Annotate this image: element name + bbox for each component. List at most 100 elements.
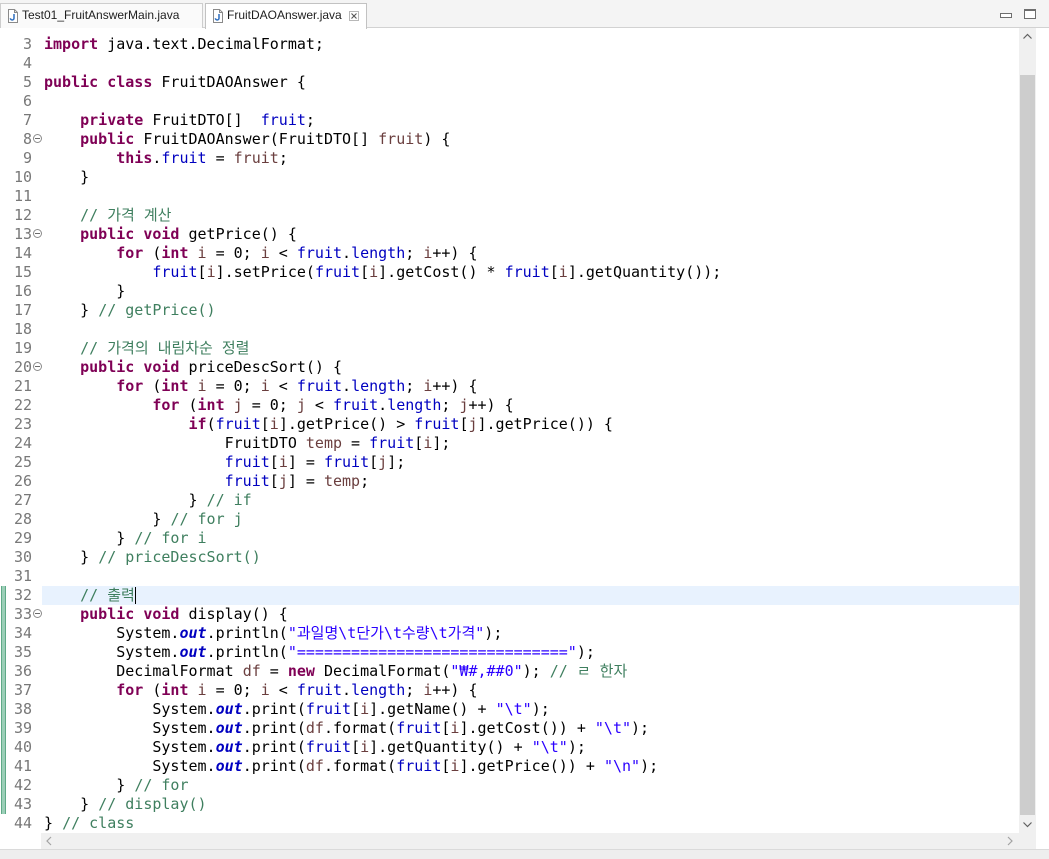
code-text: [ <box>269 453 279 471</box>
scroll-left-button[interactable] <box>41 833 58 850</box>
code-line[interactable]: public void display() { <box>42 605 1019 624</box>
overview-ruler[interactable] <box>1036 28 1049 833</box>
code-line[interactable]: } // priceDescSort() <box>42 548 1019 567</box>
code-text: ( <box>143 681 162 699</box>
code-text-area[interactable]: import java.text.DecimalFormat; public cl… <box>42 35 1019 833</box>
line-number: 44 <box>13 814 32 832</box>
code-line[interactable]: for (int i = 0; i < fruit.length; i++) { <box>42 681 1019 700</box>
minimize-button[interactable] <box>999 8 1013 20</box>
code-line[interactable]: fruit[j] = temp; <box>42 472 1019 491</box>
code-line[interactable]: public FruitDAOAnswer(FruitDTO[] fruit) … <box>42 130 1019 149</box>
tab-test01-fruitanswermain[interactable]: Test01_FruitAnswerMain.java <box>0 3 203 28</box>
code-text: [ <box>197 263 207 281</box>
code-line[interactable]: public void getPrice() { <box>42 225 1019 244</box>
scroll-right-button[interactable] <box>1001 833 1018 850</box>
code-line[interactable]: } // if <box>42 491 1019 510</box>
code-line[interactable]: System.out.print(df.format(fruit[i].getP… <box>42 757 1019 776</box>
line-number: 32 <box>13 586 32 604</box>
code-line[interactable]: System.out.print(df.format(fruit[i].getC… <box>42 719 1019 738</box>
code-line[interactable]: // 가격 계산 <box>42 206 1019 225</box>
maximize-button[interactable] <box>1023 7 1037 19</box>
code-text: } <box>44 548 99 566</box>
keyword-token: int <box>161 377 189 395</box>
vertical-scroll-thumb[interactable] <box>1020 75 1035 815</box>
code-line[interactable] <box>42 320 1019 339</box>
close-icon[interactable] <box>349 11 359 21</box>
java-code-editor[interactable]: 3 4 5 6 7 8 9 10 11 12 13 14 15 16 17 18 19 20 21 22 23 24 25 2… <box>0 28 1049 833</box>
code-line[interactable]: for (int j = 0; j < fruit.length; j++) { <box>42 396 1019 415</box>
string-literal-token: "==============================" <box>287 643 577 661</box>
code-line[interactable]: if(fruit[i].getPrice() > fruit[j].getPri… <box>42 415 1019 434</box>
code-text: ( <box>143 244 162 262</box>
code-line[interactable]: } <box>42 168 1019 187</box>
code-line[interactable]: import java.text.DecimalFormat; <box>42 35 1019 54</box>
code-line-current[interactable]: // 출력 <box>42 586 1019 605</box>
chevron-right-icon <box>1007 836 1013 846</box>
code-line[interactable]: } <box>42 282 1019 301</box>
scroll-down-button[interactable] <box>1019 816 1036 833</box>
code-line[interactable]: fruit[i].setPrice(fruit[i].getCost() * f… <box>42 263 1019 282</box>
code-line[interactable]: DecimalFormat df = new DecimalFormat("₩#… <box>42 662 1019 681</box>
code-line[interactable]: FruitDTO temp = fruit[i]; <box>42 434 1019 453</box>
code-line[interactable]: // 가격의 내림차순 정렬 <box>42 339 1019 358</box>
keyword-token: this <box>116 149 153 167</box>
code-text: = <box>342 434 370 452</box>
fold-collapse-icon[interactable] <box>33 362 42 371</box>
ruler-row: 21 <box>0 377 42 396</box>
code-line[interactable]: System.out.println("과일명\t단가\t수량\t가격"); <box>42 624 1019 643</box>
code-line[interactable] <box>42 92 1019 111</box>
ruler-row: 42 <box>0 776 42 795</box>
line-number: 22 <box>13 396 32 414</box>
line-number: 15 <box>13 263 32 281</box>
fold-collapse-icon[interactable] <box>33 134 42 143</box>
code-line[interactable]: for (int i = 0; i < fruit.length; i++) { <box>42 377 1019 396</box>
code-text: DecimalFormat( <box>314 662 451 680</box>
code-text: ].getQuantity()); <box>567 263 722 281</box>
local-variable-token: i <box>369 263 379 281</box>
code-line[interactable]: System.out.print(fruit[i].getName() + "\… <box>42 700 1019 719</box>
code-line[interactable]: } // for i <box>42 529 1019 548</box>
code-line[interactable]: System.out.println("====================… <box>42 643 1019 662</box>
code-text: ); <box>631 719 650 737</box>
code-text: } <box>44 301 99 319</box>
code-line[interactable]: } // display() <box>42 795 1019 814</box>
code-line[interactable]: public void priceDescSort() { <box>42 358 1019 377</box>
vertical-scrollbar[interactable] <box>1019 28 1036 833</box>
code-text: . <box>342 244 352 262</box>
local-variable-token: i <box>278 453 288 471</box>
field-token: fruit <box>414 415 460 433</box>
scroll-up-button[interactable] <box>1019 28 1036 45</box>
ruler-row: 43 <box>0 795 42 814</box>
horizontal-scrollbar[interactable] <box>41 833 1019 849</box>
code-line[interactable]: } // for j <box>42 510 1019 529</box>
code-line[interactable]: for (int i = 0; i < fruit.length; i++) { <box>42 244 1019 263</box>
ruler-row: 16 <box>0 282 42 301</box>
code-line[interactable]: private FruitDTO[] fruit; <box>42 111 1019 130</box>
code-text: = 0; <box>206 681 261 699</box>
code-line[interactable]: } // for <box>42 776 1019 795</box>
code-line[interactable]: fruit[i] = fruit[j]; <box>42 453 1019 472</box>
code-line[interactable]: System.out.print(fruit[i].getQuantity() … <box>42 738 1019 757</box>
ruler-row: 35 <box>0 643 42 662</box>
comment-token: // priceDescSort() <box>98 548 261 566</box>
code-line[interactable] <box>42 567 1019 586</box>
code-line[interactable] <box>42 54 1019 73</box>
field-token: fruit <box>296 681 343 699</box>
code-line[interactable]: } // class <box>42 814 1019 833</box>
keyword-token: for <box>116 681 144 699</box>
fold-collapse-icon[interactable] <box>33 609 42 618</box>
tab-fruitdaoanswer[interactable]: FruitDAOAnswer.java <box>205 3 367 29</box>
code-line[interactable]: this.fruit = fruit; <box>42 149 1019 168</box>
ruler-row: 10 <box>0 168 42 187</box>
ruler-row: 23 <box>0 415 42 434</box>
code-text: ); <box>522 662 550 680</box>
code-text: } <box>44 814 63 832</box>
code-text: ] = <box>287 453 324 471</box>
code-text: ; <box>405 377 424 395</box>
fold-collapse-icon[interactable] <box>33 229 42 238</box>
code-line[interactable]: } // getPrice() <box>42 301 1019 320</box>
code-line[interactable]: public class FruitDAOAnswer { <box>42 73 1019 92</box>
code-line[interactable] <box>42 187 1019 206</box>
